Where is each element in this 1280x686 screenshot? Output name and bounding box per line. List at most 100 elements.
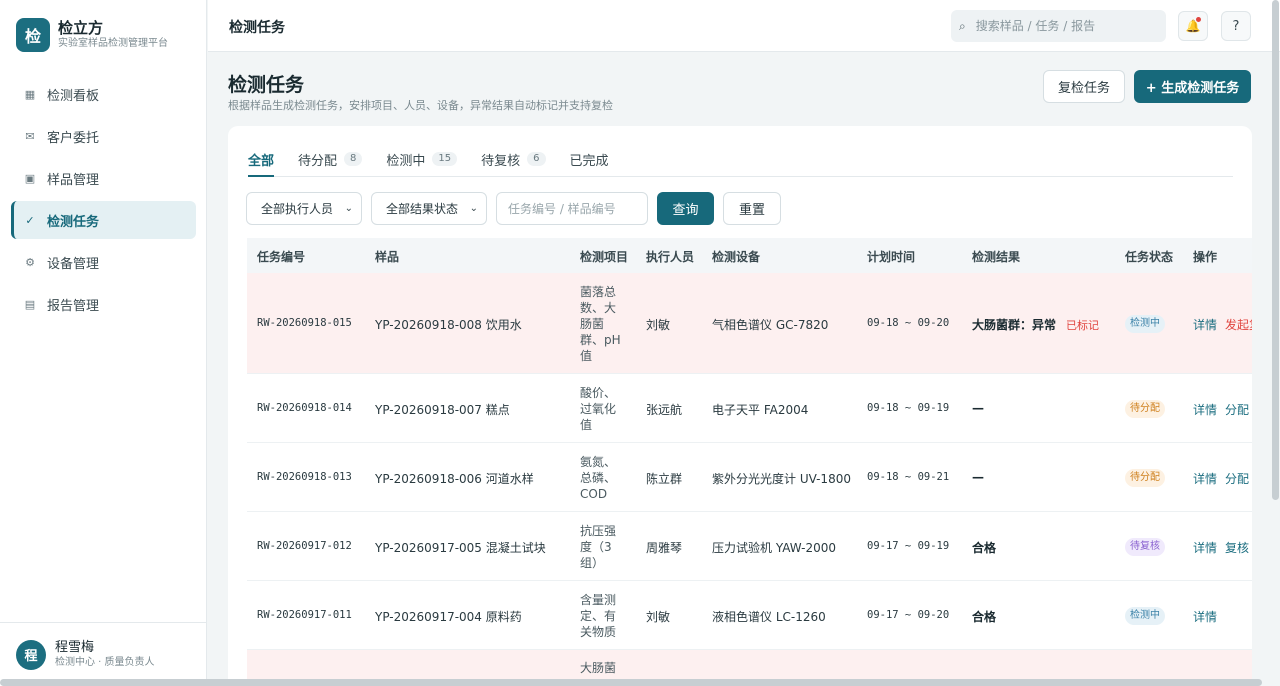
- horizontal-scrollbar[interactable]: [0, 679, 1262, 686]
- sidebar-item[interactable]: ▣ 样品管理: [11, 159, 196, 197]
- tab[interactable]: 待复核 6: [481, 150, 546, 177]
- status-badge: 待分配: [1125, 468, 1165, 487]
- sidebar-item-label: 报告管理: [47, 298, 100, 314]
- sidebar-item[interactable]: ⚙ 设备管理: [11, 243, 196, 281]
- test-item-line: 值: [580, 417, 593, 432]
- tab[interactable]: 已完成: [570, 150, 609, 177]
- task-table: 任务编号 样品 检测项目 执行人员 检测设备 计划时间 检测结果 任务状态 操作 RW-2026…: [247, 238, 1252, 686]
- action-link[interactable]: 发起复检: [1225, 318, 1252, 332]
- column-header: 任务编号: [257, 250, 306, 264]
- page-subtitle: 根据样品生成检测任务，安排项目、人员、设备，异常结果自动标记并支持复检: [228, 99, 613, 112]
- vertical-scrollbar[interactable]: [1272, 0, 1279, 500]
- test-result: 大肠菌群：异常 已标记: [972, 318, 1100, 332]
- sample-icon: ▣: [24, 171, 36, 185]
- test-item-line: 总磷、: [580, 470, 617, 485]
- tab[interactable]: 检测中 15: [386, 150, 458, 177]
- plan-time: 09-18 ~ 09-20: [867, 316, 950, 329]
- executor: 刘敏: [646, 610, 671, 624]
- executor-select[interactable]: 全部执行人员 ⌄: [246, 192, 362, 225]
- sidebar-item-label: 检测看板: [47, 88, 100, 104]
- tab-count-badge: 8: [344, 152, 363, 166]
- result-status-select[interactable]: 全部结果状态 ⌄: [371, 192, 487, 225]
- task-id[interactable]: RW-20260917-011: [257, 609, 352, 621]
- tab[interactable]: 全部: [248, 150, 275, 177]
- user-profile[interactable]: 程 程雪梅 检测中心 · 质量负责人: [0, 622, 207, 686]
- table-header: 任务编号 样品 检测项目 执行人员 检测设备 计划时间 检测结果 任务状态 操作: [247, 238, 1252, 273]
- chevron-down-icon: ⌄: [469, 203, 478, 214]
- tab-count-badge: 6: [527, 152, 546, 166]
- table-row[interactable]: RW-20260918-015 YP-20260918-008 饮用水 菌落总 数、大…: [247, 273, 1252, 374]
- task-id[interactable]: RW-20260917-012: [257, 540, 352, 552]
- detail-link[interactable]: 详情: [1193, 610, 1217, 624]
- test-item-line: 定、有: [580, 608, 617, 623]
- sidebar-nav: ▦ 检测看板 ✉ 客户委托 ▣ 样品管理 ✓ 检测任务 ⚙ 设备管理 ▤ 报告管理: [11, 75, 196, 327]
- executor-select-value: 全部执行人员: [261, 202, 334, 216]
- test-item-line: 抗压强: [580, 523, 617, 538]
- test-item-line: 大肠菌: [580, 661, 617, 675]
- global-search[interactable]: ⌕: [951, 10, 1166, 42]
- test-item-line: COD: [580, 486, 608, 501]
- tab-label: 待分配: [298, 154, 338, 169]
- table-row[interactable]: RW-20260918-013 YP-20260918-006 河道水样 氨氮、 总磷…: [247, 443, 1252, 512]
- recheck-tasks-button[interactable]: 复检任务: [1043, 70, 1125, 103]
- search-input[interactable]: [975, 19, 1146, 33]
- status-badge: 待复核: [1125, 537, 1165, 556]
- action-link[interactable]: 复核: [1225, 541, 1249, 555]
- sample-name: YP-20260918-007 糕点: [375, 403, 510, 417]
- test-items: 酸价、 过氧化值: [580, 385, 630, 433]
- table-row[interactable]: RW-20260918-014 YP-20260918-007 糕点 酸价、 过氧化值…: [247, 374, 1252, 443]
- sidebar-item-label: 样品管理: [47, 172, 100, 188]
- task-id[interactable]: RW-20260918-015: [257, 317, 352, 329]
- check-icon: ✓: [25, 213, 35, 227]
- column-header: 样品: [375, 250, 400, 264]
- task-id[interactable]: RW-20260918-013: [257, 471, 352, 483]
- tab-label: 全部: [248, 154, 275, 169]
- sidebar-item-label: 设备管理: [47, 256, 100, 272]
- reset-button[interactable]: 重置: [723, 192, 781, 225]
- column-header: 检测项目: [580, 250, 629, 264]
- query-button[interactable]: 查询: [657, 192, 714, 225]
- page-title: 检测任务: [228, 74, 305, 96]
- notification-button[interactable]: 🔔: [1178, 11, 1208, 41]
- sidebar-item-label: 客户委托: [47, 130, 100, 146]
- sidebar-item[interactable]: ▤ 报告管理: [11, 285, 196, 323]
- help-button[interactable]: ?: [1221, 11, 1251, 41]
- keyword-input[interactable]: [496, 192, 648, 225]
- device: 液相色谱仪 LC-1260: [712, 610, 826, 624]
- abnormal-flag: 已标记: [1066, 319, 1100, 332]
- test-result: 合格: [972, 610, 997, 624]
- action-link[interactable]: 分配: [1225, 403, 1249, 417]
- test-item-line: 组）: [580, 555, 605, 570]
- detail-link[interactable]: 详情: [1193, 403, 1217, 417]
- detail-link[interactable]: 详情: [1193, 541, 1217, 555]
- test-item-line: 肠菌: [580, 316, 605, 331]
- test-item-line: 酸价、: [580, 385, 617, 400]
- tab[interactable]: 待分配 8: [298, 150, 363, 177]
- task-id[interactable]: RW-20260918-014: [257, 402, 352, 414]
- row-actions: 详情发起复检: [1193, 316, 1252, 333]
- plan-time: 09-17 ~ 09-19: [867, 539, 950, 552]
- device: 电子天平 FA2004: [712, 403, 809, 417]
- device: 压力试验机 YAW-2000: [712, 541, 837, 555]
- report-icon: ▤: [24, 297, 36, 311]
- action-link[interactable]: 分配: [1225, 472, 1249, 486]
- sidebar: 检 检立方 实验室样品检测管理平台 ▦ 检测看板 ✉ 客户委托 ▣ 样品管理 ✓ 检测任务 ⚙ 设…: [0, 0, 207, 686]
- detail-link[interactable]: 详情: [1193, 472, 1217, 486]
- test-items: 抗压强 度（3 组）: [580, 523, 630, 571]
- column-header: 操作: [1193, 250, 1218, 264]
- detail-link[interactable]: 详情: [1193, 318, 1217, 332]
- grid-icon: ▦: [24, 87, 36, 101]
- sidebar-item[interactable]: ✉ 客户委托: [11, 117, 196, 155]
- user-role: 检测中心 · 质量负责人: [55, 656, 155, 668]
- sidebar-item[interactable]: ▦ 检测看板: [11, 75, 196, 113]
- table-row[interactable]: RW-20260917-011 YP-20260917-004 原料药 含量测 定、有…: [247, 581, 1252, 650]
- test-item-line: 值: [580, 348, 593, 363]
- logo: 检: [16, 18, 50, 52]
- test-item-line: 过氧化: [580, 401, 617, 416]
- table-row[interactable]: RW-20260917-012 YP-20260917-005 混凝土试块 抗压强度…: [247, 512, 1252, 581]
- test-result: —: [972, 401, 984, 415]
- create-task-button[interactable]: + 生成检测任务: [1134, 70, 1251, 103]
- column-header: 计划时间: [867, 250, 916, 264]
- plan-time: 09-18 ~ 09-21: [867, 470, 950, 483]
- sidebar-item[interactable]: ✓ 检测任务: [11, 201, 196, 239]
